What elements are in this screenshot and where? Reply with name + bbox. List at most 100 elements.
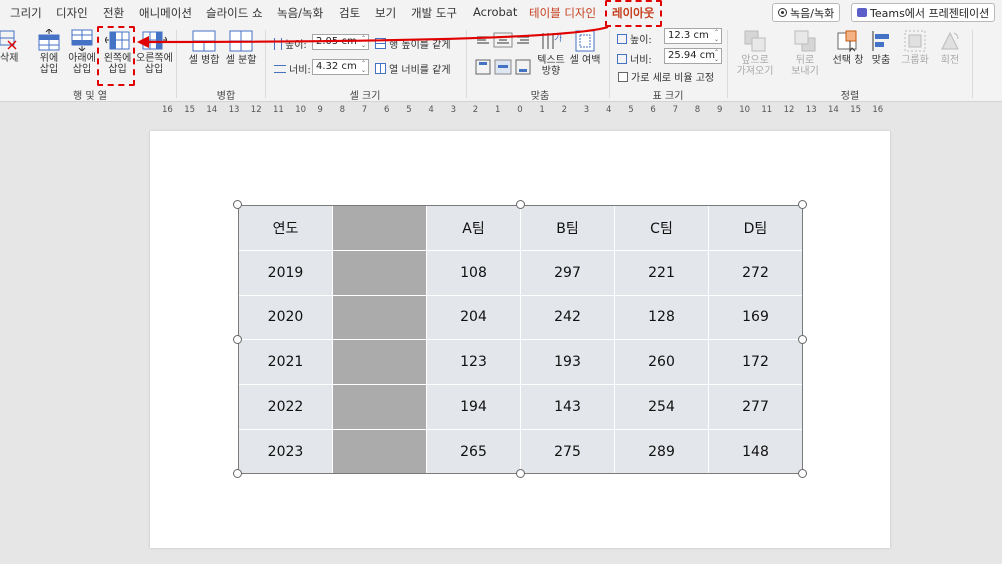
table-cell[interactable]: 221 (614, 249, 709, 296)
tab-transitions[interactable]: 전환 (103, 5, 124, 21)
table-cell-inserted[interactable] (332, 339, 427, 386)
send-backward-label-1: 뒤로 (795, 55, 815, 66)
table-cell[interactable]: 169 (708, 294, 803, 341)
rotate-button[interactable]: 회전 (934, 29, 966, 66)
tab-record[interactable]: 녹음/녹화 (277, 5, 323, 21)
resize-handle[interactable] (233, 335, 242, 344)
insert-below-button[interactable]: 아래에 삽입 (66, 29, 98, 75)
table-cell[interactable]: 194 (426, 384, 521, 430)
group-separator (972, 30, 973, 98)
teams-present-button[interactable]: Teams에서 프레젠테이션 (851, 3, 996, 22)
resize-handle[interactable] (233, 469, 242, 478)
table-cell[interactable]: 123 (426, 339, 521, 386)
tab-design[interactable]: 디자인 (56, 5, 88, 21)
table-cell[interactable]: 108 (426, 249, 521, 296)
align-button[interactable]: 맞춤 (867, 29, 895, 66)
header-cell-team-c[interactable]: C팀 (614, 205, 709, 251)
header-cell-team-d[interactable]: D팀 (708, 205, 803, 251)
table-cell[interactable]: 193 (520, 339, 615, 386)
table-cell[interactable]: 2021 (238, 339, 333, 386)
teams-icon (857, 8, 867, 17)
tab-review[interactable]: 검토 (339, 5, 360, 21)
table-cell[interactable]: 2022 (238, 384, 333, 430)
bring-forward-label-1: 앞으로 (741, 55, 769, 66)
record-icon (778, 8, 787, 17)
table-cell-inserted[interactable] (332, 249, 427, 296)
bring-forward-button[interactable]: 앞으로 가져오기 (734, 29, 776, 77)
table-cell[interactable]: 277 (708, 384, 803, 430)
group-separator (265, 30, 266, 98)
group-separator (727, 30, 728, 98)
insert-above-button[interactable]: 위에 삽입 (34, 29, 64, 75)
resize-handle[interactable] (516, 469, 525, 478)
group-label: 그룹화 (901, 55, 929, 66)
table-cell[interactable]: 148 (708, 428, 803, 475)
distribute-rows-icon (375, 38, 386, 49)
resize-handle[interactable] (516, 200, 525, 209)
table-width-input[interactable]: 25.94 cm ⌃ ⌄ (664, 48, 722, 64)
group-label-cell-size: 셀 크기 (349, 91, 381, 102)
table-cell-inserted[interactable] (332, 428, 427, 475)
header-cell-inserted[interactable] (332, 205, 427, 251)
table-cell[interactable]: 289 (614, 428, 709, 475)
table-cell[interactable]: 143 (520, 384, 615, 430)
table-height-input[interactable]: 12.3 cm ⌃ ⌄ (664, 28, 722, 44)
header-cell-team-a[interactable]: A팀 (426, 205, 521, 251)
table-cell-inserted[interactable] (332, 294, 427, 341)
table-cell[interactable]: 2023 (238, 428, 333, 475)
table-cell[interactable]: 2020 (238, 294, 333, 341)
table-cell[interactable]: 128 (614, 294, 709, 341)
table-cell[interactable]: 260 (614, 339, 709, 386)
tab-table-design[interactable]: 테이블 디자인 (529, 5, 596, 21)
table-cell[interactable]: 172 (708, 339, 803, 386)
tab-slideshow[interactable]: 슬라이드 쇼 (206, 5, 263, 21)
lock-aspect-ratio[interactable]: 가로 세로 비율 고정 (618, 69, 714, 84)
send-backward-button[interactable]: 뒤로 보내기 (784, 29, 826, 77)
tab-draw[interactable]: 그리기 (10, 5, 42, 21)
ruler-tick-label: 16 (872, 105, 884, 115)
group-button[interactable]: 그룹화 (898, 29, 932, 66)
distribute-cols-button[interactable]: 열 너비를 같게 (375, 61, 451, 76)
table-cell[interactable]: 204 (426, 294, 521, 341)
split-cells-button[interactable]: 셀 분할 (222, 29, 260, 66)
resize-handle[interactable] (798, 469, 807, 478)
table-cell[interactable]: 272 (708, 249, 803, 296)
tab-view[interactable]: 보기 (375, 5, 396, 21)
tab-acrobat[interactable]: Acrobat (473, 5, 517, 19)
text-direction-label-2: 방향 (541, 66, 561, 77)
resize-handle[interactable] (798, 200, 807, 209)
table-header-row: 연도 A팀 B팀 C팀 D팀 (238, 205, 803, 251)
record-button[interactable]: 녹음/녹화 (772, 3, 841, 22)
tab-developer[interactable]: 개발 도구 (411, 5, 457, 21)
cell-margins-button[interactable]: 셀 여백 (566, 29, 604, 66)
data-table[interactable]: 연도 A팀 B팀 C팀 D팀 2019 108 297 221 272 2020 204 2… (238, 205, 803, 475)
resize-handle[interactable] (798, 335, 807, 344)
tab-animations[interactable]: 애니메이션 (139, 5, 192, 21)
horizontal-ruler[interactable]: 16 15 14 13 12 11 10 9 8 7 6 5 4 3 2 1 0 1 2 3 4 5 6 7 8 9 10 11 12 1… (150, 103, 890, 117)
ruler-tick-label: 10 (295, 105, 307, 115)
alignment-buttons-icon[interactable] (474, 32, 536, 82)
table-cell-inserted[interactable] (332, 384, 427, 430)
table-cell[interactable]: 2019 (238, 249, 333, 296)
header-cell-year[interactable]: 연도 (238, 205, 333, 251)
spinner-arrows-icon: ⌃ ⌄ (713, 49, 719, 63)
header-cell-team-b[interactable]: B팀 (520, 205, 615, 251)
cell-height-input[interactable]: 2.05 cm ⌃ ⌄ (312, 34, 369, 50)
table-cell[interactable]: 297 (520, 249, 615, 296)
resize-handle[interactable] (233, 200, 242, 209)
table-cell[interactable]: 254 (614, 384, 709, 430)
table-cell[interactable]: 242 (520, 294, 615, 341)
insert-right-button[interactable]: 오른쪽에 삽입 (136, 29, 173, 75)
lock-aspect-checkbox[interactable] (618, 71, 628, 82)
group-separator (176, 30, 177, 98)
table-cell[interactable]: 265 (426, 428, 521, 475)
cell-width-input[interactable]: 4.32 cm ⌃ ⌄ (312, 59, 369, 75)
selection-pane-button[interactable]: 선택 창 (828, 29, 868, 66)
distribute-rows-button[interactable]: 행 높이를 같게 (375, 36, 451, 51)
merge-cells-button[interactable]: 셀 병합 (186, 29, 222, 66)
table-cell[interactable]: 275 (520, 428, 615, 475)
delete-button[interactable]: 삭제 (0, 29, 18, 64)
ruler-tick-label: 14 (206, 105, 218, 115)
ruler-tick-label: 13 (805, 105, 817, 115)
text-direction-button[interactable]: 가 텍스트 방향 (536, 29, 566, 77)
